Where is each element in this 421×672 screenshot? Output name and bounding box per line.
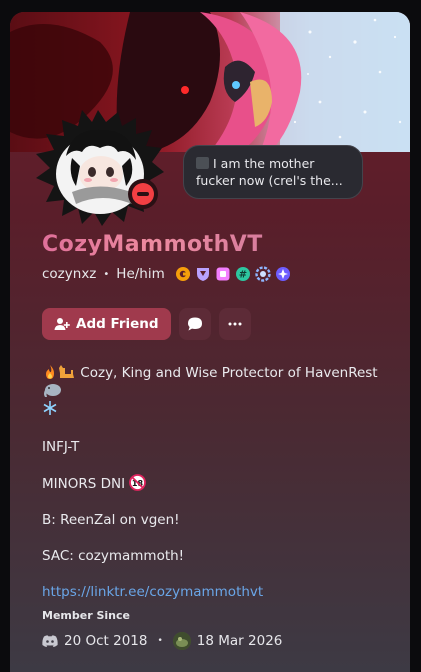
no-under-18-emoji-icon: 18 (129, 474, 147, 491)
svg-text:#: # (239, 270, 247, 281)
more-options-button[interactable] (218, 308, 251, 340)
server-join-date: 18 Mar 2026 (196, 633, 283, 649)
orbs-icon[interactable] (275, 266, 291, 282)
status-dnd-indicator (128, 179, 158, 209)
bio-tagline: Cozy, King and Wise Protector of HavenRe… (80, 365, 378, 381)
bio-line-4: B: ReenZal on vgen! (42, 512, 180, 528)
bio-line-2: INFJ-T (42, 439, 80, 455)
active-developer-icon[interactable] (255, 266, 271, 282)
discord-logo-icon (42, 635, 58, 647)
status-emoji-icon (196, 157, 209, 169)
display-name: CozyMammothVT (42, 232, 263, 257)
username-row: cozynxz • He/him # (42, 266, 291, 282)
separator-dot: • (103, 268, 110, 280)
separator-dot: • (157, 636, 163, 646)
bio-line-1: Cozy, King and Wise Protector of HavenRe… (42, 364, 382, 418)
badge-list: # (175, 266, 291, 282)
message-button[interactable] (178, 308, 211, 340)
quest-icon[interactable]: # (235, 266, 251, 282)
discord-join-date: 20 Oct 2018 (64, 633, 148, 649)
pronouns: He/him (116, 266, 165, 282)
profile-card: I am the mother fucker now (crel's the..… (10, 12, 410, 672)
bio-section: Cozy, King and Wise Protector of HavenRe… (42, 364, 382, 619)
hypesquad-balance-icon[interactable] (175, 266, 191, 282)
boost-icon[interactable] (215, 266, 231, 282)
server-icon[interactable] (172, 632, 191, 650)
elephant-emoji-icon (44, 384, 61, 397)
username[interactable]: cozynxz (42, 266, 96, 282)
chat-bubble-icon (187, 317, 202, 331)
profile-actions: Add Friend (42, 308, 251, 340)
add-friend-button[interactable]: Add Friend (42, 308, 171, 340)
bio-dni-text: MINORS DNI (42, 476, 126, 492)
add-friend-label: Add Friend (76, 316, 159, 332)
add-user-icon (54, 318, 70, 330)
fire-emoji-icon (46, 365, 54, 379)
linktree-link[interactable]: https://linktr.ee/cozymammothvt (42, 584, 263, 600)
avatar[interactable] (32, 108, 164, 228)
member-since-row: 20 Oct 2018 • 18 Mar 2026 (42, 632, 282, 650)
snowflake-emoji-icon (43, 401, 57, 415)
bio-line-5: SAC: cozymammoth! (42, 548, 185, 564)
custom-status-text: I am the mother fucker now (crel's the..… (196, 156, 343, 188)
bio-line-3: MINORS DNI 18 (42, 474, 382, 493)
cat-emoji-icon (59, 365, 74, 378)
nitro-icon[interactable] (195, 266, 211, 282)
member-since-title: Member Since (42, 609, 130, 622)
custom-status-bubble[interactable]: I am the mother fucker now (crel's the..… (183, 145, 363, 199)
more-dots-icon (228, 322, 242, 326)
